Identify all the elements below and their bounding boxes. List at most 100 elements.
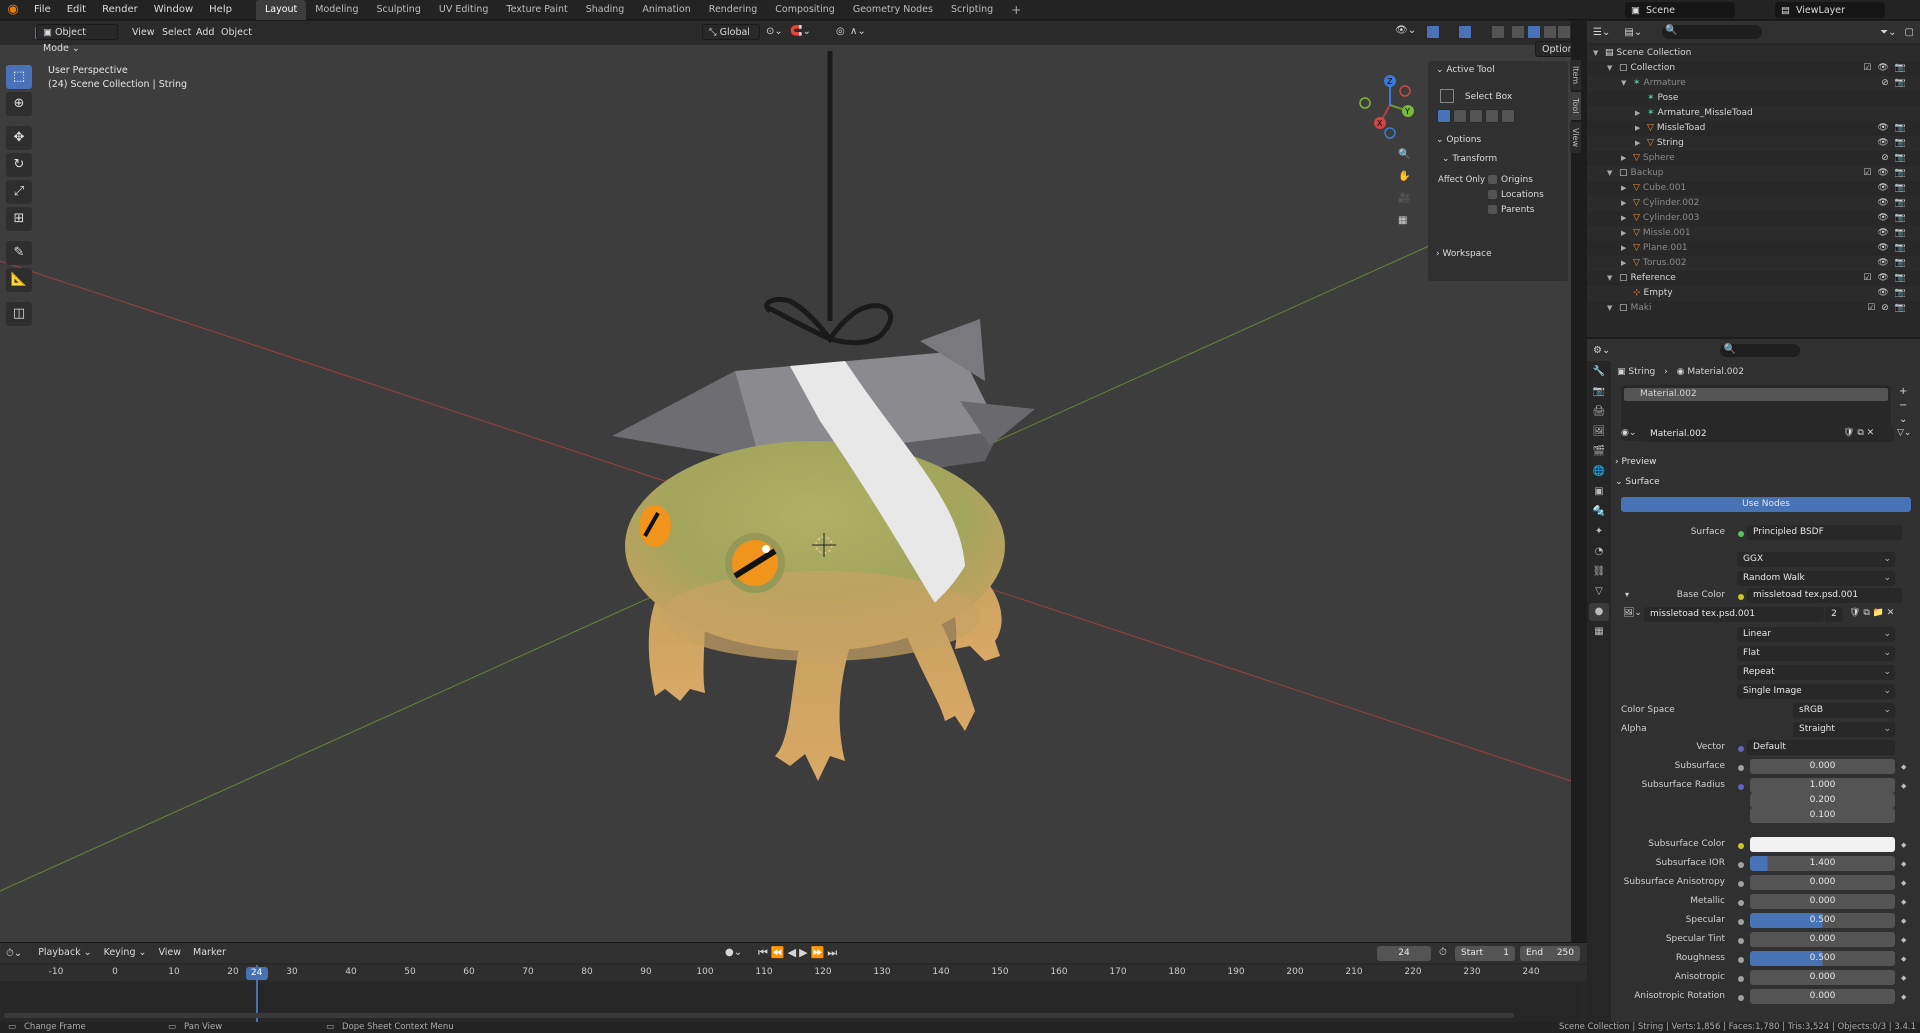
surface-panel-header[interactable]: ⌄ Surface (1615, 477, 1660, 487)
outliner-row[interactable]: ▶ ▽ Missle.001 👁📷 (1587, 226, 1920, 241)
scene-tab-icon[interactable]: 🎬 (1589, 443, 1609, 461)
outliner-row[interactable]: ▼ ✶ Armature ⊘📷 (1587, 76, 1920, 91)
visibility-toggle-icons[interactable]: ☑⊘📷 (1867, 301, 1912, 316)
base-color-texture-field[interactable]: missletoad tex.psd.001 (1747, 588, 1902, 603)
vector-field[interactable]: Default (1747, 740, 1895, 755)
visibility-toggle-icons[interactable]: ☑👁📷 (1863, 271, 1912, 286)
float-socket-icon[interactable] (1738, 938, 1744, 944)
timeline-ruler[interactable]: -10 0 10 20 30 40 50 60 70 80 90 100 110 120 130 140 150… (0, 965, 1587, 981)
source-dropdown[interactable]: Single Image ⌄ (1737, 684, 1895, 699)
tab-compositing[interactable]: Compositing (766, 0, 844, 20)
view-layer-selector[interactable]: ▤ ViewLayer (1775, 2, 1885, 18)
menu-window[interactable]: Window (146, 4, 201, 15)
data-tab-icon[interactable]: ▽ (1589, 583, 1609, 601)
cursor-tool-icon[interactable]: ⊕ (6, 92, 32, 116)
outliner-row[interactable]: ▶ ▽ Cube.001 👁📷 (1587, 181, 1920, 196)
play-reverse-icon[interactable]: ◀ (788, 946, 799, 959)
menu-help[interactable]: Help (201, 4, 240, 15)
outliner-row[interactable]: ▼ ▢ Backup ☑👁📷 (1587, 166, 1920, 181)
float-socket-icon[interactable] (1738, 919, 1744, 925)
world-tab-icon[interactable]: 🌐 (1589, 463, 1609, 481)
select-box-tool-icon[interactable]: ⬚ (6, 65, 32, 89)
tab-layout[interactable]: Layout (255, 0, 307, 20)
outliner-row[interactable]: ▼ ▤ Scene Collection (1587, 46, 1920, 61)
active-tool-item[interactable]: Select Box (1440, 89, 1512, 103)
visibility-toggle-icons[interactable]: 👁📷 (1877, 121, 1912, 136)
visibility-toggle-icons[interactable]: 👁📷 (1877, 211, 1912, 226)
specular-tint-field[interactable]: 0.000 (1750, 932, 1895, 947)
menu-object[interactable]: Object (215, 25, 258, 41)
preview-range-icon[interactable]: ⏱ (1439, 947, 1447, 958)
material-browse-icon[interactable]: ◉⌄ (1621, 428, 1636, 438)
visibility-toggle-icons[interactable]: ⊘📷 (1881, 151, 1912, 166)
add-cube-tool-icon[interactable]: ◫ (6, 302, 32, 326)
texture-tab-icon[interactable]: ▦ (1589, 623, 1609, 641)
keyframe-icon[interactable]: ◆ (1901, 841, 1906, 849)
jump-keyframe-back-icon[interactable]: ⏪ (771, 946, 788, 959)
float-socket-icon[interactable] (1738, 957, 1744, 963)
select-mode-buttons[interactable] (1436, 109, 1516, 123)
expand-toggle-icon[interactable]: ▶ (1621, 241, 1626, 256)
keyframe-icon[interactable]: ◆ (1901, 974, 1906, 982)
float-socket-icon[interactable] (1738, 862, 1744, 868)
tab-sculpting[interactable]: Sculpting (367, 0, 429, 20)
render-tab-icon[interactable]: 📷 (1589, 383, 1609, 401)
rotate-tool-icon[interactable]: ↻ (6, 153, 32, 177)
scene-selector[interactable]: ▣ Scene (1625, 2, 1735, 18)
duplicate-icon[interactable]: ⧉ (1863, 608, 1869, 618)
menu-playback[interactable]: Playback ⌄ (32, 945, 97, 961)
expand-toggle-icon[interactable]: ▼ (1607, 61, 1612, 76)
color-space-dropdown[interactable]: sRGB ⌄ (1793, 703, 1895, 718)
falloff-icon[interactable]: ∧⌄ (850, 26, 866, 37)
alpha-dropdown[interactable]: Straight ⌄ (1793, 722, 1895, 737)
material-tab-icon[interactable]: ● (1589, 603, 1609, 621)
menu-file[interactable]: File (26, 4, 59, 15)
playhead-frame-label[interactable]: 24 (245, 967, 268, 980)
image-datablock-field[interactable]: missletoad tex.psd.001 (1644, 607, 1824, 622)
pan-hand-icon[interactable]: ✋ (1398, 171, 1414, 193)
float-socket-icon[interactable] (1738, 765, 1744, 771)
outliner-row[interactable]: ✶ Pose (1587, 91, 1920, 106)
specular-slider[interactable]: 0.500 (1750, 913, 1895, 928)
outliner-row[interactable]: ▶ ▽ Torus.002 👁📷 (1587, 256, 1920, 271)
auto-keying-icon[interactable]: ●⌄ (725, 947, 742, 958)
subsurface-field[interactable]: 0.000 (1750, 759, 1895, 774)
workspace-header[interactable]: › Workspace (1436, 249, 1492, 259)
properties-search-input[interactable]: 🔍 (1720, 343, 1801, 357)
node-link-icon[interactable]: ▽⌄ (1897, 428, 1911, 438)
expand-toggle-icon[interactable]: ▼ (1607, 301, 1612, 316)
locations-checkbox[interactable]: Locations (1488, 190, 1544, 200)
metallic-field[interactable]: 0.000 (1750, 894, 1895, 909)
play-icon[interactable]: ▶ (799, 946, 810, 959)
measure-tool-icon[interactable]: 📐 (6, 268, 32, 292)
proportional-edit-icon[interactable]: ◎ (836, 26, 845, 37)
navigation-gizmo[interactable]: X Y Z (1350, 63, 1430, 143)
expand-toggle-icon[interactable]: ▼ (1607, 271, 1612, 286)
pivot-icon[interactable]: ⊙⌄ (766, 26, 783, 37)
keyframe-icon[interactable]: ◆ (1901, 955, 1906, 963)
fake-user-icon[interactable]: 🛡 (1843, 428, 1854, 438)
vector-socket-icon[interactable] (1738, 784, 1744, 790)
outliner-row[interactable]: ▶ ▽ Cylinder.003 👁📷 (1587, 211, 1920, 226)
view-layer-tab-icon[interactable]: 🖼 (1589, 423, 1609, 441)
outliner-row[interactable]: ▶ ▽ String 👁📷 (1587, 136, 1920, 151)
preview-panel-header[interactable]: › Preview (1615, 457, 1657, 467)
open-folder-icon[interactable]: 📁 (1873, 608, 1884, 618)
use-nodes-button[interactable]: Use Nodes (1621, 497, 1911, 512)
expand-toggle-icon[interactable]: ▼ (1593, 46, 1598, 61)
sidebar-tab-item[interactable]: Item (1570, 60, 1581, 91)
constraints-tab-icon[interactable]: ⛓ (1589, 563, 1609, 581)
filter-icon[interactable]: ⏷⌄ (1880, 27, 1896, 38)
transform-orientation-dropdown[interactable]: ⤡ Global (702, 24, 760, 40)
image-users-count[interactable]: 2 (1825, 607, 1843, 622)
snap-icon[interactable]: 🧲⌄ (790, 26, 811, 37)
menu-edit[interactable]: Edit (59, 4, 94, 15)
keyframe-icon[interactable]: ◆ (1901, 898, 1906, 906)
remove-slot-button[interactable]: − (1899, 399, 1907, 413)
float-socket-icon[interactable] (1738, 881, 1744, 887)
projection-dropdown[interactable]: Flat ⌄ (1737, 646, 1895, 661)
gizmo-toggle-icon[interactable] (1426, 25, 1440, 39)
outliner-row[interactable]: ⊹ Empty 👁📷 (1587, 286, 1920, 301)
blender-logo-icon[interactable]: ◉ (0, 2, 26, 17)
subsurface-color-swatch[interactable] (1750, 837, 1895, 852)
